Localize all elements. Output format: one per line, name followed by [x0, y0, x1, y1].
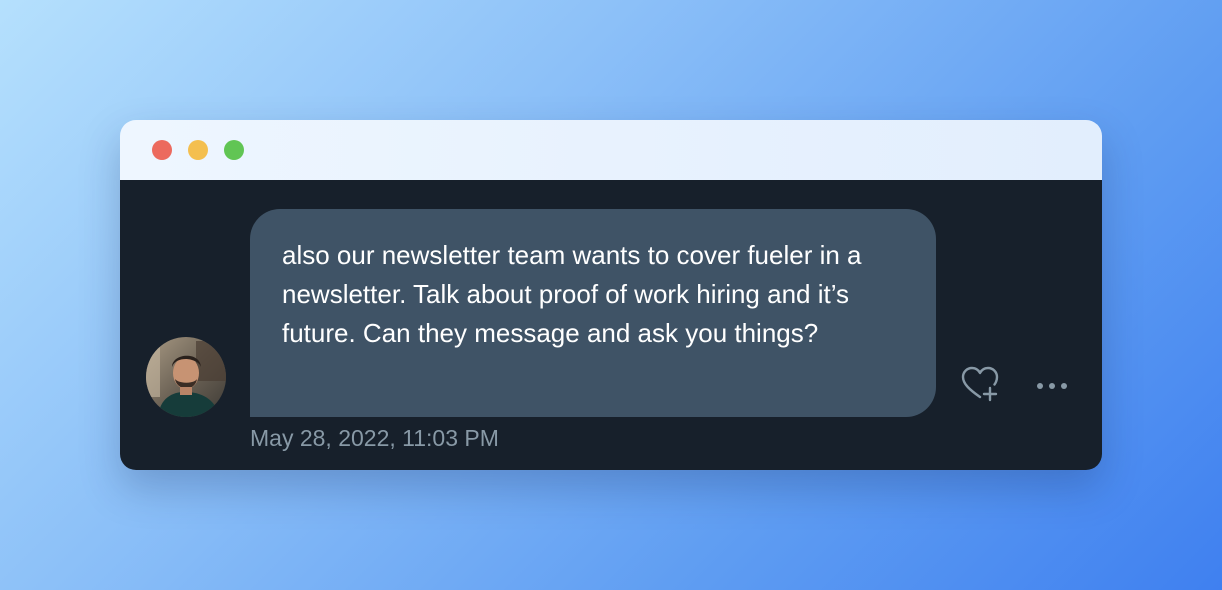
window-titlebar: [120, 120, 1102, 180]
minimize-window-button[interactable]: [188, 140, 208, 160]
message-timestamp: May 28, 2022, 11:03 PM: [250, 425, 499, 451]
more-options-button[interactable]: [1032, 366, 1072, 406]
avatar-photo-icon: [146, 337, 226, 417]
message-area: also our newsletter team wants to cover …: [120, 180, 1102, 470]
heart-plus-icon: [961, 366, 999, 402]
avatar[interactable]: [146, 337, 226, 417]
message-bubble[interactable]: also our newsletter team wants to cover …: [250, 209, 936, 417]
close-window-button[interactable]: [152, 140, 172, 160]
more-horizontal-icon: [1037, 383, 1067, 389]
add-reaction-button[interactable]: [958, 363, 1002, 407]
maximize-window-button[interactable]: [224, 140, 244, 160]
message-text: also our newsletter team wants to cover …: [282, 240, 862, 348]
chat-window: also our newsletter team wants to cover …: [120, 120, 1102, 470]
